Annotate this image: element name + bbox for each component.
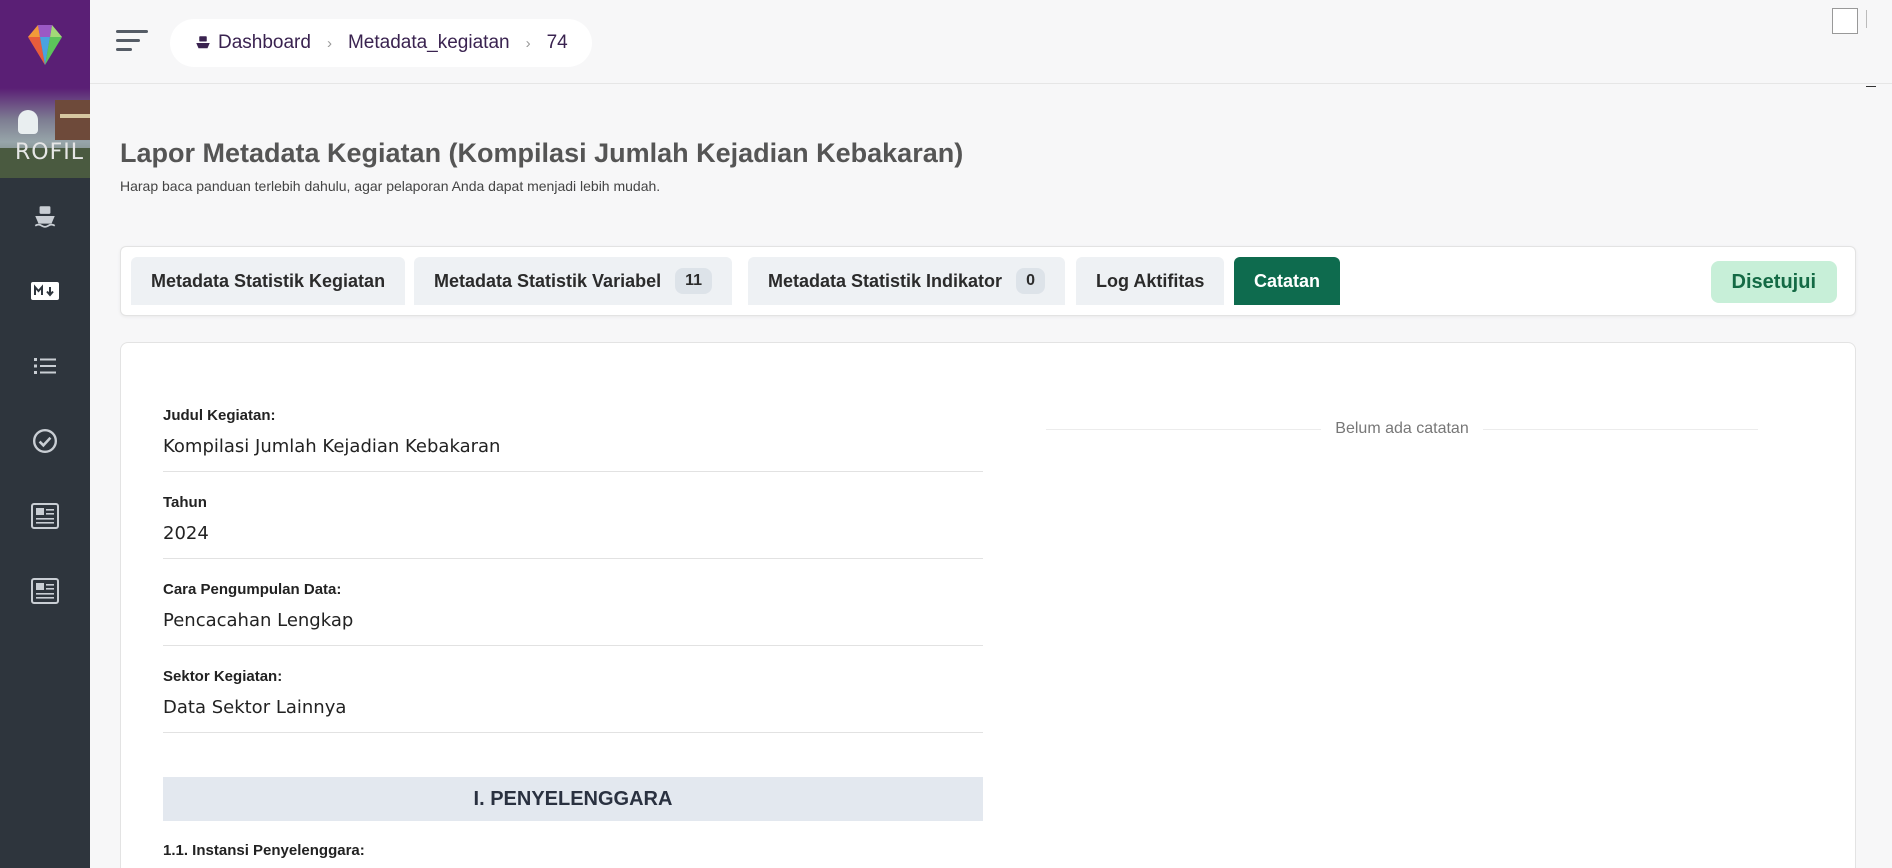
field-value: 2024: [163, 523, 209, 544]
page-subtitle: Harap baca panduan terlebih dahulu, agar…: [120, 178, 661, 194]
field-cara-pengumpulan: Cara Pengumpulan Data: Pencacahan Lengka…: [163, 581, 983, 646]
tab-metadata-kegiatan[interactable]: Metadata Statistik Kegiatan: [131, 257, 406, 305]
divider: [1866, 86, 1876, 87]
count-badge: 0: [1016, 268, 1045, 294]
chevron-right-icon: ›: [525, 34, 531, 52]
field-value: Data Sektor Lainnya: [163, 697, 347, 718]
tab-metadata-variabel[interactable]: Metadata Statistik Variabel 11: [414, 257, 733, 305]
page-title: Lapor Metadata Kegiatan (Kompilasi Jumla…: [120, 138, 964, 168]
field-label: 1.1. Instansi Penyelenggara:: [163, 842, 365, 859]
field-judul-kegiatan: Judul Kegiatan: Kompilasi Jumlah Kejadia…: [163, 407, 983, 472]
breadcrumb-section[interactable]: Metadata_kegiatan: [348, 32, 510, 54]
building-shape: [55, 100, 90, 140]
topbar: Dashboard › Metadata_kegiatan › 74: [90, 0, 1892, 84]
tab-label: Metadata Statistik Indikator: [768, 270, 1003, 291]
divider: [1482, 428, 1759, 430]
tab-log-aktifitas[interactable]: Log Aktifitas: [1076, 257, 1225, 305]
field-label: Tahun: [163, 494, 207, 511]
tab-catatan[interactable]: Catatan: [1234, 257, 1341, 305]
sidebar-item-dashboard[interactable]: [0, 178, 90, 253]
breadcrumb-dashboard[interactable]: Dashboard: [194, 32, 311, 54]
sidebar: ROFIL: [0, 0, 90, 868]
ship-icon: [196, 36, 210, 49]
markdown-icon: [31, 281, 59, 300]
field-value: Kompilasi Jumlah Kejadian Kebakaran: [163, 436, 501, 457]
app-logo[interactable]: [0, 0, 90, 88]
chevron-right-icon: ›: [326, 34, 332, 52]
check-circle-icon: [32, 428, 58, 453]
tab-label: Metadata Statistik Kegiatan: [151, 270, 386, 291]
notes-empty-state: Belum ada catatan: [1046, 419, 1759, 439]
detail-card: Judul Kegiatan: Kompilasi Jumlah Kejadia…: [120, 342, 1856, 868]
menu-toggle-button[interactable]: [116, 30, 148, 54]
building-trim: [60, 114, 90, 118]
field-label: Cara Pengumpulan Data:: [163, 581, 342, 598]
status-badge: Disetujui: [1710, 261, 1837, 303]
tabs-bar: Metadata Statistik Kegiatan Metadata Sta…: [120, 246, 1856, 316]
tab-label: Log Aktifitas: [1096, 270, 1205, 291]
sidebar-item-report-1[interactable]: [0, 478, 90, 553]
count-badge: 11: [675, 268, 713, 294]
sidebar-item-report-2[interactable]: [0, 553, 90, 628]
list-icon: [34, 357, 56, 374]
notes-empty-text: Belum ada catatan: [1335, 420, 1469, 437]
sidebar-nav: [0, 178, 90, 628]
field-label: Sektor Kegiatan:: [163, 668, 283, 685]
field-sektor-kegiatan: Sektor Kegiatan: Data Sektor Lainnya: [163, 668, 983, 733]
section-header: I. PENYELENGGARA: [163, 777, 983, 821]
divider: [1866, 10, 1874, 28]
tab-metadata-indikator[interactable]: Metadata Statistik Indikator 0: [748, 257, 1065, 305]
sidebar-item-approval[interactable]: [0, 403, 90, 478]
ship-icon: [34, 205, 56, 228]
newspaper-icon: [31, 502, 59, 529]
sidebar-item-markdown[interactable]: [0, 253, 90, 328]
banner-text: ROFIL: [15, 140, 85, 165]
sidebar-item-list[interactable]: [0, 328, 90, 403]
field-value: Pencacahan Lengkap: [163, 610, 354, 631]
tab-label: Metadata Statistik Variabel: [434, 270, 662, 291]
field-label: Judul Kegiatan:: [163, 407, 276, 424]
tab-label: Catatan: [1254, 270, 1321, 291]
user-avatar[interactable]: [1832, 8, 1858, 34]
breadcrumb-dashboard-label: Dashboard: [218, 32, 311, 53]
breadcrumb-id: 74: [546, 32, 568, 53]
newspaper-icon: [31, 577, 59, 604]
divider: [1046, 428, 1322, 430]
mascot-figure: [18, 110, 38, 134]
breadcrumb: Dashboard › Metadata_kegiatan › 74: [170, 19, 592, 67]
profile-banner[interactable]: ROFIL: [0, 88, 90, 178]
gem-logo-icon: [28, 25, 62, 65]
field-tahun: Tahun 2024: [163, 494, 983, 559]
